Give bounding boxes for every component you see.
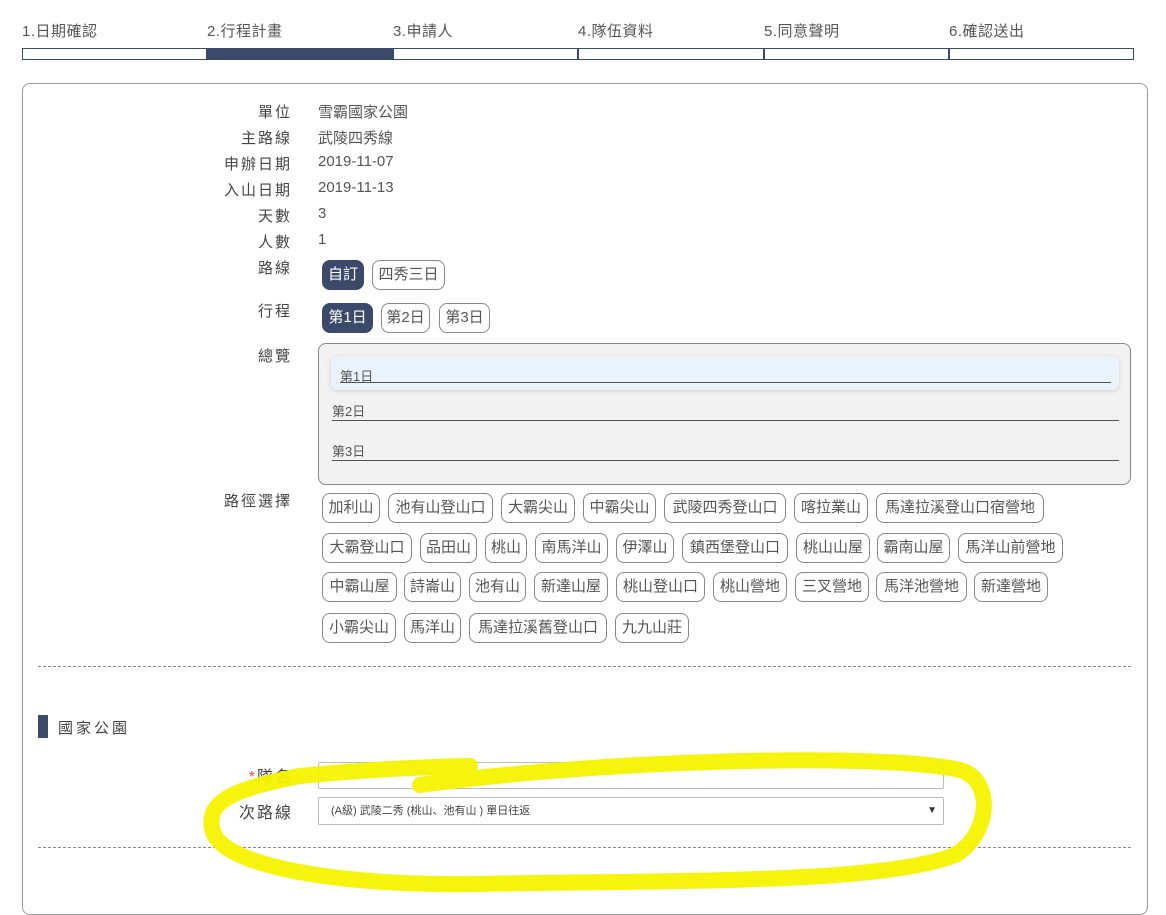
step-date-confirm[interactable]: 1.日期確認 xyxy=(22,20,207,61)
people-value: 1 xyxy=(318,231,327,248)
overview-label: 總覽 xyxy=(257,348,292,365)
unit-label: 單位 xyxy=(257,104,292,121)
step-label: 5.同意聲明 xyxy=(764,23,840,40)
path-label: 路線 xyxy=(257,260,292,277)
location-chip[interactable]: 桃山山屋 xyxy=(796,533,870,563)
chevron-down-icon: ▼ xyxy=(927,805,937,816)
overview-day-3[interactable]: 第3日 xyxy=(332,441,1119,461)
step-submit[interactable]: 6.確認送出 xyxy=(949,20,1134,61)
unit-value: 雪霸國家公園 xyxy=(318,104,409,121)
overview-day-label: 第3日 xyxy=(332,444,366,459)
location-chip[interactable]: 南馬洋山 xyxy=(535,533,608,563)
overview-day-2[interactable]: 第2日 xyxy=(332,401,1119,421)
step-bar xyxy=(393,48,578,60)
divider xyxy=(38,847,1131,848)
location-chip[interactable]: 中霸尖山 xyxy=(583,493,656,523)
overview-day-label: 第2日 xyxy=(332,404,366,419)
location-chip[interactable]: 新達山屋 xyxy=(534,572,608,602)
location-chip[interactable]: 池有山 xyxy=(469,572,526,602)
section-title: 國家公園 xyxy=(58,720,131,737)
sub-route-label: 次路線 xyxy=(238,805,293,822)
location-chip[interactable]: 小霸尖山 xyxy=(322,613,396,643)
step-bar xyxy=(949,48,1134,60)
team-name-label-text: 隊名 xyxy=(256,769,293,786)
location-chip[interactable]: 詩崙山 xyxy=(404,572,461,602)
team-name-input[interactable] xyxy=(318,762,944,789)
step-label: 1.日期確認 xyxy=(22,23,98,40)
location-chip[interactable]: 新達營地 xyxy=(974,572,1048,602)
team-name-label: *隊名 xyxy=(183,763,293,787)
schedule-label: 行程 xyxy=(257,303,292,320)
location-chip[interactable]: 鎮西堡登山口 xyxy=(682,533,788,563)
location-chip[interactable]: 喀拉業山 xyxy=(794,493,868,523)
apply-date-value: 2019-11-07 xyxy=(318,153,394,170)
step-itinerary[interactable]: 2.行程計畫 xyxy=(207,20,393,61)
route-label: 主路線 xyxy=(240,130,292,147)
location-chip[interactable]: 中霸山屋 xyxy=(322,572,397,602)
step-bar xyxy=(22,48,207,60)
location-chip[interactable]: 加利山 xyxy=(322,493,380,523)
location-chip[interactable]: 三叉營地 xyxy=(795,572,869,602)
step-team-info[interactable]: 4.隊伍資料 xyxy=(578,20,764,61)
days-value: 3 xyxy=(318,205,327,222)
location-chip[interactable]: 伊澤山 xyxy=(616,533,674,563)
underline xyxy=(332,460,1119,461)
location-chip[interactable]: 池有山登山口 xyxy=(388,493,493,523)
day-tab-1[interactable]: 第1日 xyxy=(322,303,373,333)
location-chip[interactable]: 品田山 xyxy=(420,533,477,563)
step-label: 2.行程計畫 xyxy=(207,23,283,40)
sub-route-select[interactable]: (A級) 武陵二秀 (桃山、池有山 ) 單日往返 ▼ xyxy=(318,797,944,825)
people-label: 人數 xyxy=(257,234,292,251)
days-label: 天數 xyxy=(257,208,292,225)
route-value: 武陵四秀線 xyxy=(318,130,394,147)
path-select-label: 路徑選擇 xyxy=(223,493,292,510)
location-chip[interactable]: 武陵四秀登山口 xyxy=(664,493,786,523)
step-bar xyxy=(578,48,764,60)
section-marker xyxy=(38,715,48,738)
path-option-custom[interactable]: 自訂 xyxy=(322,260,364,290)
enter-date-value: 2019-11-13 xyxy=(318,179,394,196)
overview-panel: 第1日 第2日 第3日 xyxy=(318,343,1131,485)
overview-day-1[interactable]: 第1日 xyxy=(331,356,1119,390)
location-chip[interactable]: 馬達拉溪登山口宿營地 xyxy=(876,493,1044,523)
location-chip[interactable]: 馬達拉溪舊登山口 xyxy=(469,613,607,643)
location-chip[interactable]: 桃山登山口 xyxy=(616,572,705,602)
day-tab-3[interactable]: 第3日 xyxy=(439,303,490,333)
location-chip[interactable]: 九九山莊 xyxy=(615,613,689,643)
underline xyxy=(332,420,1119,421)
location-chip[interactable]: 馬洋山前營地 xyxy=(958,533,1063,563)
step-label: 3.申請人 xyxy=(393,23,454,40)
apply-date-label: 申辦日期 xyxy=(223,156,292,173)
progress-stepper: 1.日期確認 2.行程計畫 3.申請人 4.隊伍資料 5.同意聲明 6.確認送出 xyxy=(22,20,1134,61)
required-mark: * xyxy=(248,769,257,786)
enter-date-label: 入山日期 xyxy=(223,182,292,199)
sub-route-selected: (A級) 武陵二秀 (桃山、池有山 ) 單日往返 xyxy=(331,805,531,817)
location-chip[interactable]: 馬洋山 xyxy=(404,613,461,643)
location-chip[interactable]: 桃山 xyxy=(485,533,527,563)
location-chip[interactable]: 桃山營地 xyxy=(713,572,787,602)
path-option-four-peaks[interactable]: 四秀三日 xyxy=(372,260,445,290)
step-label: 6.確認送出 xyxy=(949,23,1025,40)
location-chip[interactable]: 大霸登山口 xyxy=(322,533,412,563)
step-bar xyxy=(764,48,949,60)
step-applicant[interactable]: 3.申請人 xyxy=(393,20,578,61)
step-consent[interactable]: 5.同意聲明 xyxy=(764,20,949,61)
day-tab-2[interactable]: 第2日 xyxy=(381,303,430,333)
location-chip[interactable]: 馬洋池營地 xyxy=(876,572,967,602)
step-label: 4.隊伍資料 xyxy=(578,23,654,40)
divider xyxy=(38,666,1131,667)
location-chip[interactable]: 霸南山屋 xyxy=(877,533,950,563)
underline xyxy=(340,382,1111,383)
location-chip[interactable]: 大霸尖山 xyxy=(501,493,575,523)
step-bar-active xyxy=(207,48,393,60)
